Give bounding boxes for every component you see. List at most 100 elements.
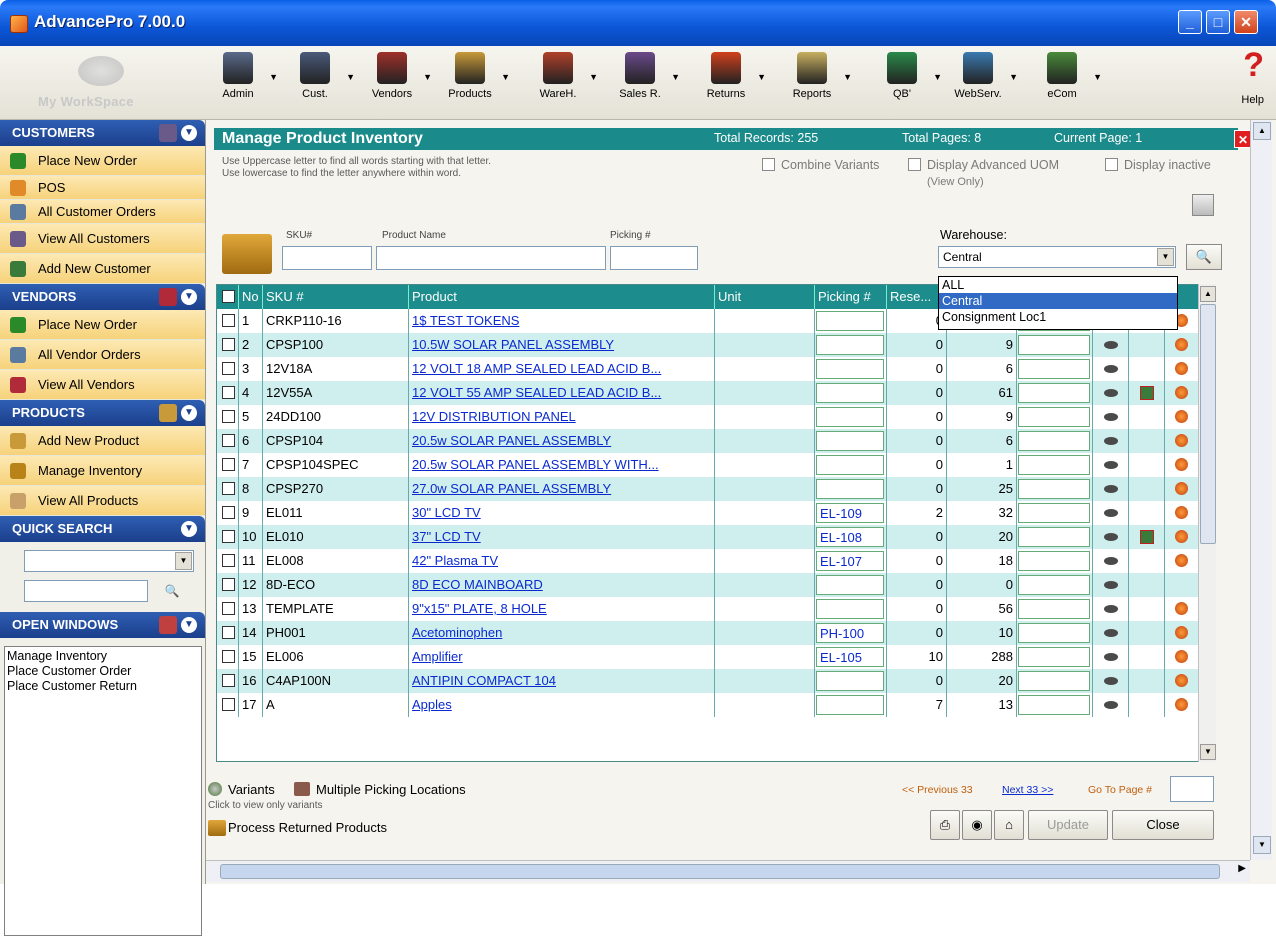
close-button[interactable]: Close	[1112, 810, 1214, 840]
checkbox-box[interactable]	[762, 158, 775, 171]
update-button[interactable]: Update	[1028, 810, 1108, 840]
picking-input[interactable]	[816, 335, 884, 355]
help-label[interactable]: Help	[1241, 94, 1264, 106]
warehouse-option[interactable]: Central	[939, 293, 1177, 309]
adjust-input[interactable]	[1018, 671, 1090, 691]
row-select-cell[interactable]	[217, 645, 239, 669]
action-icon[interactable]	[1175, 338, 1188, 351]
sidebar-item-view-all-products[interactable]: View All Products	[0, 486, 205, 516]
row-checkbox[interactable]	[222, 506, 235, 519]
row-select-cell[interactable]	[217, 381, 239, 405]
adjust-input[interactable]	[1018, 503, 1090, 523]
quick-search-input[interactable]	[24, 580, 148, 602]
picking-input[interactable]	[816, 431, 884, 451]
row-select-cell[interactable]	[217, 597, 239, 621]
eye-icon[interactable]	[1103, 437, 1118, 445]
picking-input[interactable]: EL-105	[816, 647, 884, 667]
search-icon[interactable]: 🔍	[152, 578, 192, 604]
adjust-input[interactable]	[1018, 383, 1090, 403]
adjust-input[interactable]	[1018, 455, 1090, 475]
previous-page-link[interactable]: << Previous 33	[902, 784, 973, 796]
row-checkbox[interactable]	[222, 698, 235, 711]
product-link[interactable]: Acetominophen	[412, 625, 502, 640]
scroll-up-icon[interactable]: ▲	[1253, 122, 1271, 140]
chevron-down-icon[interactable]: ▼	[1157, 248, 1174, 266]
warehouse-select[interactable]: Central ▼	[938, 246, 1176, 268]
sidebar-item-all-customer-orders[interactable]: All Customer Orders	[0, 200, 205, 224]
product-link[interactable]: 1$ TEST TOKENS	[412, 313, 519, 328]
sidebar-item-place-customer-order[interactable]: Place New Order	[0, 146, 205, 176]
eye-icon[interactable]	[1103, 365, 1118, 373]
adjust-input[interactable]	[1018, 551, 1090, 571]
display-inactive-checkbox[interactable]: Display inactive	[1105, 158, 1211, 172]
toolbar-button-returns[interactable]: Returns ▼	[696, 52, 766, 114]
toolbar-button-cust[interactable]: Cust. ▼	[285, 52, 355, 114]
row-checkbox[interactable]	[222, 650, 235, 663]
product-link[interactable]: 20.5w SOLAR PANEL ASSEMBLY WITH...	[412, 457, 659, 472]
product-link[interactable]: 37" LCD TV	[412, 529, 481, 544]
warehouse-option[interactable]: ALL	[939, 277, 1177, 293]
scroll-up-icon[interactable]: ▲	[1200, 286, 1216, 302]
scroll-down-icon[interactable]: ▼	[1253, 836, 1271, 854]
sidebar-item-add-new-product[interactable]: Add New Product	[0, 426, 205, 456]
picking-input[interactable]	[816, 575, 884, 595]
adjust-input[interactable]	[1018, 695, 1090, 715]
row-checkbox[interactable]	[222, 674, 235, 687]
picking-input[interactable]	[816, 311, 884, 331]
column-header-no[interactable]: No	[239, 285, 263, 309]
row-checkbox[interactable]	[222, 554, 235, 567]
toolbar-button-admin[interactable]: Admin ▼	[208, 52, 278, 114]
eye-icon[interactable]	[1103, 341, 1118, 349]
row-checkbox[interactable]	[222, 386, 235, 399]
action-icon[interactable]	[1175, 674, 1188, 687]
window-horizontal-scrollbar[interactable]: ▶	[206, 860, 1250, 882]
picking-input[interactable]: PH-100	[816, 623, 884, 643]
product-link[interactable]: 10.5W SOLAR PANEL ASSEMBLY	[412, 337, 614, 352]
row-checkbox[interactable]	[222, 626, 235, 639]
eye-icon[interactable]	[1103, 677, 1118, 685]
multiple-locations-icon[interactable]	[1139, 386, 1154, 400]
picking-input[interactable]: EL-108	[816, 527, 884, 547]
chevron-down-icon[interactable]: ▼	[757, 72, 766, 82]
row-checkbox[interactable]	[222, 482, 235, 495]
chevron-down-icon[interactable]: ▼	[1009, 72, 1018, 82]
scroll-down-icon[interactable]: ▼	[1200, 744, 1216, 760]
window-vertical-scrollbar[interactable]: ▲ ▼	[1250, 120, 1272, 860]
my-workspace-button[interactable]: My WorkSpace	[8, 52, 206, 114]
picking-input[interactable]: EL-109	[816, 503, 884, 523]
row-select-cell[interactable]	[217, 693, 239, 717]
row-checkbox[interactable]	[222, 362, 235, 375]
action-icon[interactable]	[1175, 698, 1188, 711]
adjust-input[interactable]	[1018, 359, 1090, 379]
quick-search-section-header[interactable]: QUICK SEARCH ▼	[0, 516, 205, 542]
row-select-cell[interactable]	[217, 453, 239, 477]
adjust-input[interactable]	[1018, 623, 1090, 643]
goto-page-input[interactable]	[1170, 776, 1214, 802]
column-header-sku[interactable]: SKU #	[263, 285, 409, 309]
eye-icon[interactable]	[1103, 605, 1118, 613]
chevron-down-icon[interactable]: ▼	[1093, 72, 1102, 82]
chevron-down-icon[interactable]: ▼	[346, 72, 355, 82]
toolbar-button-webserv[interactable]: WebServ. ▼	[948, 52, 1018, 114]
chevron-down-icon[interactable]: ▼	[843, 72, 852, 82]
adjust-input[interactable]	[1018, 479, 1090, 499]
open-window-item[interactable]: Place Customer Return	[7, 679, 199, 694]
search-button[interactable]: 🔍	[1186, 244, 1222, 270]
column-header-unit[interactable]: Unit	[715, 285, 815, 309]
product-link[interactable]: 12 VOLT 55 AMP SEALED LEAD ACID B...	[412, 385, 661, 400]
products-section-header[interactable]: PRODUCTS ▼	[0, 400, 205, 426]
picking-input[interactable]: EL-107	[816, 551, 884, 571]
picking-input[interactable]	[816, 479, 884, 499]
chevron-down-icon[interactable]: ▼	[181, 125, 197, 141]
row-checkbox[interactable]	[222, 410, 235, 423]
picking-input[interactable]	[816, 407, 884, 427]
chevron-down-icon[interactable]: ▼	[423, 72, 432, 82]
product-link[interactable]: 9"x15" PLATE, 8 HOLE	[412, 601, 547, 616]
eye-icon[interactable]	[1103, 581, 1118, 589]
product-link[interactable]: 20.5w SOLAR PANEL ASSEMBLY	[412, 433, 611, 448]
action-icon[interactable]	[1175, 530, 1188, 543]
action-icon[interactable]	[1175, 506, 1188, 519]
row-checkbox[interactable]	[222, 530, 235, 543]
display-adv-uom-checkbox[interactable]: Display Advanced UOM	[908, 158, 1059, 172]
chevron-down-icon[interactable]: ▼	[181, 521, 197, 537]
